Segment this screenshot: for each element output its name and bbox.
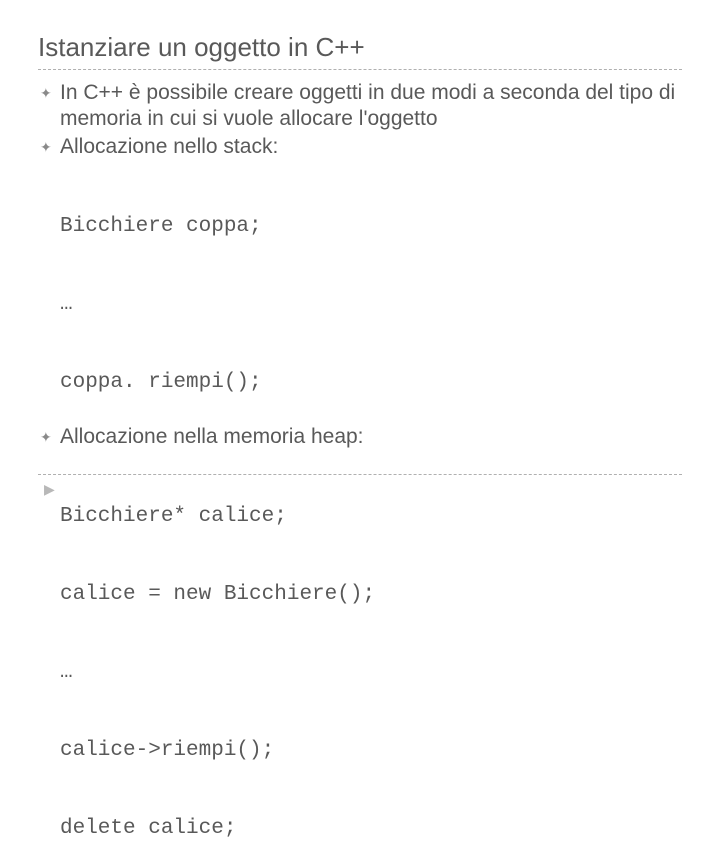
code-line: calice = new Bicchiere(); [60, 582, 682, 608]
code-line: Bicchiere* calice; [60, 504, 682, 530]
code-line: … [60, 660, 682, 686]
bullet-text: Allocazione nello stack: [60, 134, 278, 160]
bullet-text: Allocazione nella memoria heap: [60, 424, 364, 450]
footer-arrow-icon: ▶ [38, 481, 682, 498]
code-line: delete calice; [60, 816, 682, 842]
bullet-item-2: ✦ Allocazione nello stack: [38, 134, 682, 160]
code-line: calice->riempi(); [60, 738, 682, 764]
bullet-marker-icon: ✦ [38, 80, 60, 106]
bullet-text: In C++ è possibile creare oggetti in due… [60, 80, 682, 132]
code-line: … [60, 292, 682, 318]
slide-footer: ▶ [38, 474, 682, 498]
code-line: Bicchiere coppa; [60, 214, 682, 240]
footer-divider [38, 474, 682, 475]
bullet-marker-icon: ✦ [38, 134, 60, 160]
title-divider [38, 69, 682, 70]
bullet-marker-icon: ✦ [38, 424, 60, 450]
code-block-heap: Bicchiere* calice; calice = new Bicchier… [60, 452, 682, 868]
code-line: coppa. riempi(); [60, 370, 682, 396]
bullet-item-3: ✦ Allocazione nella memoria heap: [38, 424, 682, 450]
bullet-item-1: ✦ In C++ è possibile creare oggetti in d… [38, 80, 682, 132]
slide-title: Istanziare un oggetto in C++ [38, 32, 682, 63]
code-block-stack: Bicchiere coppa; … coppa. riempi(); [60, 162, 682, 422]
